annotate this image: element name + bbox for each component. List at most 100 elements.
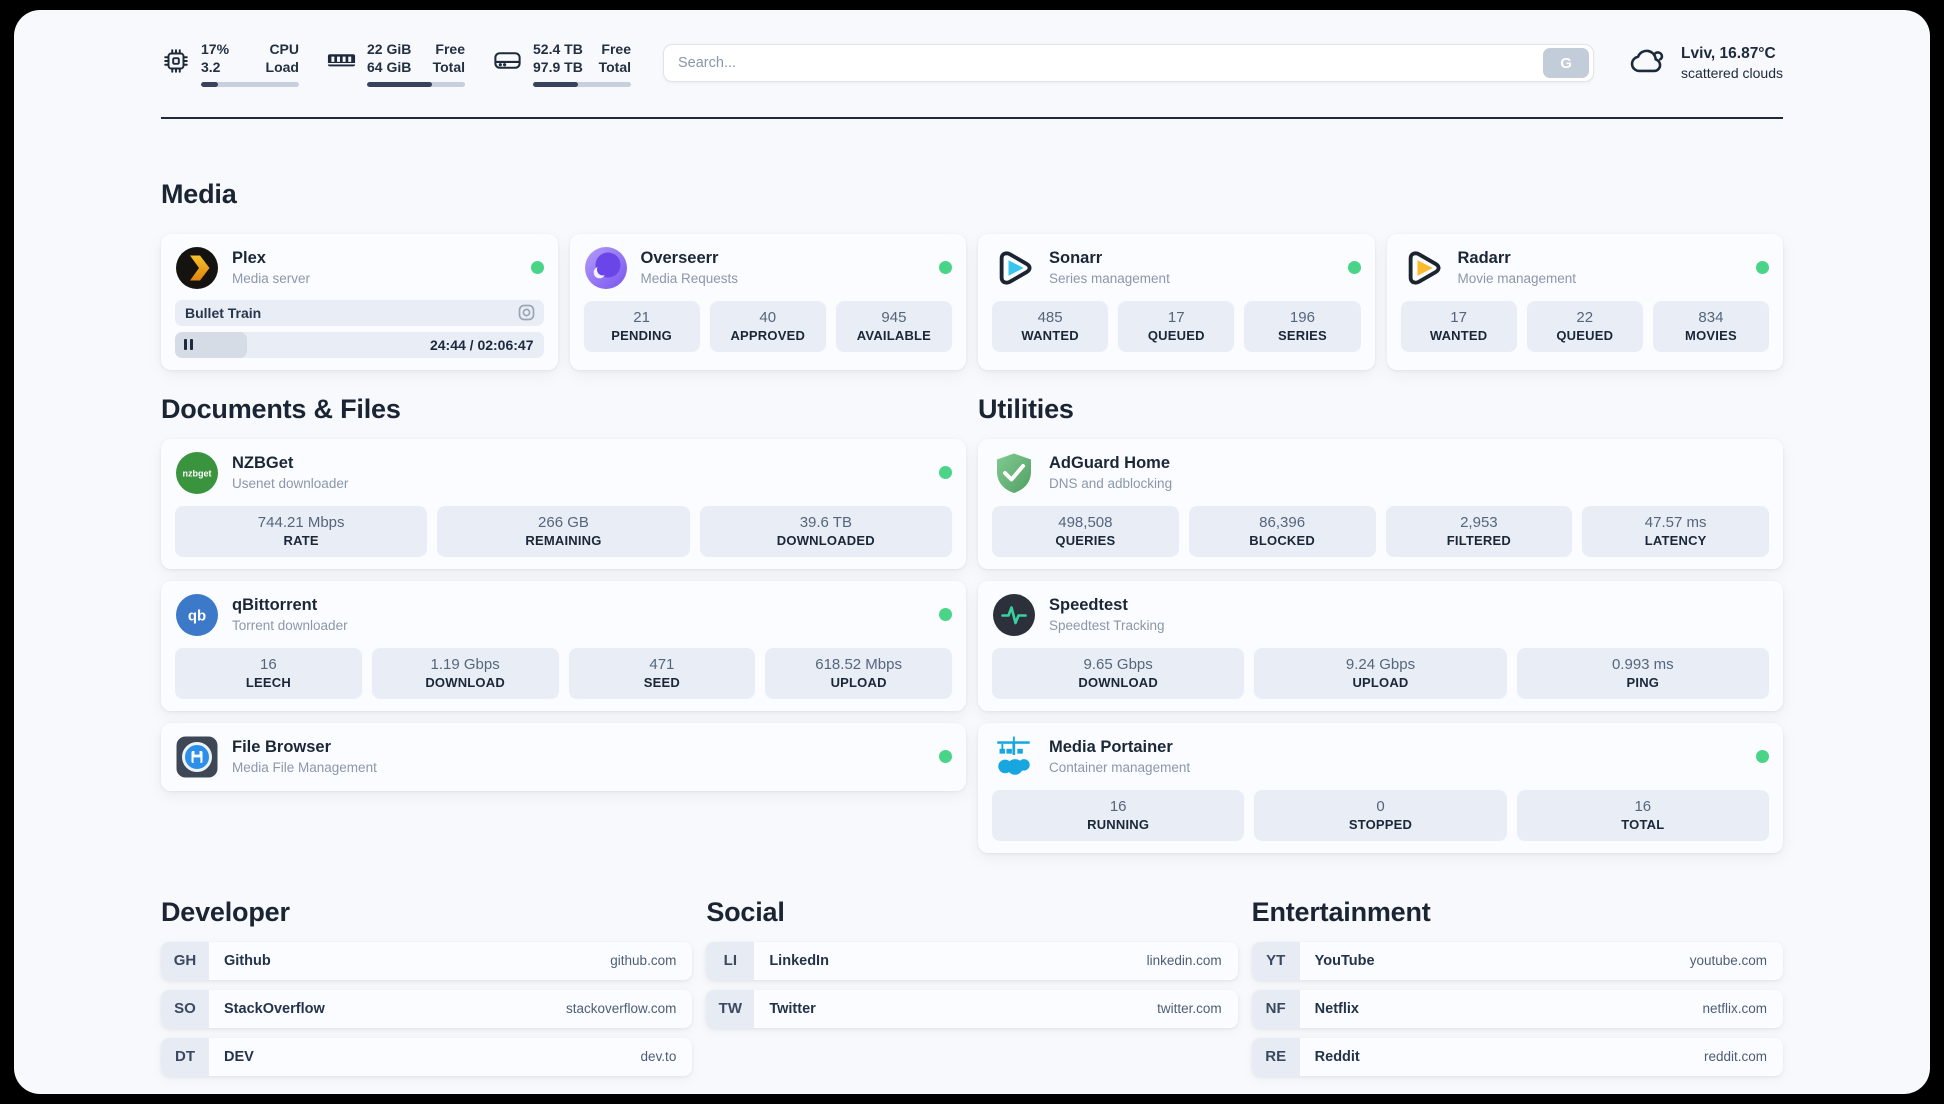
section-title-media: Media bbox=[161, 178, 237, 209]
stat-blocked: 86,396 BLOCKED bbox=[1188, 505, 1376, 557]
stat-ping: 0.993 ms PING bbox=[1516, 647, 1769, 699]
ram-free-label: Free bbox=[435, 41, 465, 57]
now-playing-progress-fill bbox=[175, 331, 247, 358]
svg-text:qb: qb bbox=[188, 607, 206, 624]
section-title-social: Social bbox=[706, 896, 785, 927]
app-card-plex[interactable]: Plex Media server Bullet Train 24:44 / 0… bbox=[161, 233, 558, 370]
status-dot bbox=[530, 261, 544, 275]
bookmark-badge: DT bbox=[161, 1037, 209, 1076]
portainer-icon bbox=[992, 735, 1036, 779]
now-playing-progress: 24:44 / 02:06:47 bbox=[175, 331, 544, 358]
app-card-radarr[interactable]: Radarr Movie management 17 WANTED 22 QUE… bbox=[1386, 233, 1783, 370]
app-name: Overseerr bbox=[640, 249, 719, 268]
bookmark-netflix[interactable]: NF Netflix netflix.com bbox=[1251, 989, 1783, 1028]
now-playing-time: 24:44 / 02:06:47 bbox=[429, 336, 534, 353]
disk-progress-fill bbox=[533, 81, 579, 87]
app-description: Container management bbox=[1049, 760, 1191, 776]
disk-free-value: 52.4 TB bbox=[533, 41, 583, 57]
section-title-developer: Developer bbox=[161, 896, 290, 927]
app-card-qbittorrent[interactable]: qb qBittorrent Torrent downloader 16 LEE… bbox=[161, 580, 966, 711]
app-description: DNS and adblocking bbox=[1049, 476, 1173, 492]
social-bookmarks: Social LI LinkedIn linkedin.com TW Twitt… bbox=[706, 896, 1238, 1028]
svg-text:nzbget: nzbget bbox=[183, 468, 212, 478]
disk-icon bbox=[492, 45, 523, 81]
bookmark-youtube[interactable]: YT YouTube youtube.com bbox=[1251, 941, 1783, 980]
stat-approved: 40 APPROVED bbox=[709, 300, 826, 352]
stat-series: 196 SERIES bbox=[1244, 300, 1361, 352]
app-description: Media File Management bbox=[232, 760, 377, 776]
stat-movies: 834 MOVIES bbox=[1652, 300, 1770, 352]
bookmark-badge: NF bbox=[1251, 989, 1300, 1028]
developer-bookmarks: Developer GH Github github.com SO StackO… bbox=[161, 896, 693, 1076]
app-card-sonarr[interactable]: Sonarr Series management 485 WANTED 17 Q… bbox=[978, 233, 1375, 370]
bookmark-badge: SO bbox=[161, 989, 209, 1028]
bookmark-dev[interactable]: DT DEV dev.to bbox=[161, 1037, 693, 1076]
stat-remaining: 266 GB REMAINING bbox=[437, 505, 690, 557]
bookmark-linkedin[interactable]: LI LinkedIn linkedin.com bbox=[706, 941, 1238, 980]
search-input[interactable] bbox=[678, 55, 1544, 72]
bookmark-badge: LI bbox=[706, 941, 755, 980]
stat-download: 1.19 Gbps DOWNLOAD bbox=[371, 647, 559, 699]
app-name: Media Portainer bbox=[1049, 738, 1173, 757]
bookmark-twitter[interactable]: TW Twitter twitter.com bbox=[706, 989, 1238, 1028]
app-name: qBittorrent bbox=[232, 596, 318, 615]
status-dot bbox=[1756, 750, 1769, 764]
search-engine-button[interactable]: G bbox=[1543, 48, 1590, 79]
sonarr-icon bbox=[992, 246, 1036, 290]
stat-queries: 498,508 QUERIES bbox=[992, 505, 1179, 557]
status-dot bbox=[939, 608, 952, 622]
section-title-utilities: Utilities bbox=[978, 393, 1074, 424]
stat-stopped: 0 STOPPED bbox=[1254, 789, 1507, 841]
stat-available: 945 AVAILABLE bbox=[835, 300, 953, 352]
entertainment-bookmarks: Entertainment YT YouTube youtube.com NF … bbox=[1251, 897, 1783, 1076]
app-name: Speedtest bbox=[1049, 596, 1128, 615]
weather-location-temp: Lviv, 16.87°C bbox=[1681, 45, 1776, 63]
app-name: AdGuard Home bbox=[1049, 454, 1171, 473]
app-card-filebrowser[interactable]: File Browser Media File Management bbox=[161, 722, 966, 791]
app-description: Torrent downloader bbox=[232, 618, 348, 634]
ram-free-value: 22 GiB bbox=[367, 41, 412, 57]
app-description: Series management bbox=[1049, 271, 1170, 287]
app-card-adguard[interactable]: AdGuard Home DNS and adblocking 498,508 … bbox=[978, 438, 1783, 569]
app-card-nzbget[interactable]: nzbget NZBGet Usenet downloader 744.21 M… bbox=[161, 438, 966, 569]
cpu-usage-value: 17% bbox=[201, 41, 230, 57]
ram-total-value: 64 GiB bbox=[367, 59, 412, 76]
weather-condition: scattered clouds bbox=[1681, 65, 1783, 82]
ram-progress-track bbox=[367, 81, 465, 87]
documents-column: Documents & Files nzbget NZBGet Usenet d… bbox=[161, 394, 966, 791]
cpu-progress-fill bbox=[201, 81, 218, 87]
disk-free-label: Free bbox=[601, 41, 631, 57]
status-dot bbox=[939, 750, 952, 764]
overseerr-icon bbox=[584, 246, 628, 290]
section-title-documents: Documents & Files bbox=[161, 393, 401, 424]
filebrowser-icon bbox=[175, 735, 219, 779]
speedtest-icon bbox=[992, 593, 1036, 637]
status-dot bbox=[1347, 261, 1361, 275]
dashboard-frame: 17% 3.2 CPU Load 22 GiB 64 GiB Free Tota… bbox=[0, 0, 1944, 1104]
plex-icon bbox=[175, 246, 219, 290]
bookmark-stackoverflow[interactable]: SO StackOverflow stackoverflow.com bbox=[161, 989, 693, 1028]
stat-wanted: 485 WANTED bbox=[992, 300, 1109, 352]
bookmark-github[interactable]: GH Github github.com bbox=[161, 941, 693, 980]
media-grid: Plex Media server Bullet Train 24:44 / 0… bbox=[161, 233, 1783, 370]
stat-queued: 22 QUEUED bbox=[1526, 300, 1643, 352]
stat-pending: 21 PENDING bbox=[583, 300, 700, 352]
stat-seed: 471 SEED bbox=[568, 647, 756, 699]
status-dot bbox=[1756, 261, 1769, 275]
app-card-speedtest[interactable]: Speedtest Speedtest Tracking 9.65 Gbps D… bbox=[978, 580, 1783, 711]
app-card-portainer[interactable]: Media Portainer Container management 16 … bbox=[978, 722, 1783, 853]
weather-widget: Lviv, 16.87°C scattered clouds bbox=[1628, 43, 1783, 84]
app-description: Speedtest Tracking bbox=[1049, 618, 1165, 634]
stat-upload: 618.52 Mbps UPLOAD bbox=[765, 647, 952, 699]
app-card-overseerr[interactable]: Overseerr Media Requests 21 PENDING 40 A… bbox=[569, 233, 966, 370]
app-description: Media Requests bbox=[640, 271, 739, 287]
radarr-icon bbox=[1401, 246, 1445, 290]
now-playing-title-row: Bullet Train bbox=[175, 299, 544, 326]
bookmark-badge: TW bbox=[706, 989, 755, 1028]
app-description: Movie management bbox=[1457, 271, 1577, 287]
search-bar: G bbox=[663, 44, 1595, 83]
cpu-load-label: Load bbox=[265, 59, 299, 76]
disk-total-value: 97.9 TB bbox=[533, 59, 583, 76]
stat-wanted: 17 WANTED bbox=[1400, 300, 1517, 352]
bookmark-reddit[interactable]: RE Reddit reddit.com bbox=[1251, 1037, 1783, 1076]
